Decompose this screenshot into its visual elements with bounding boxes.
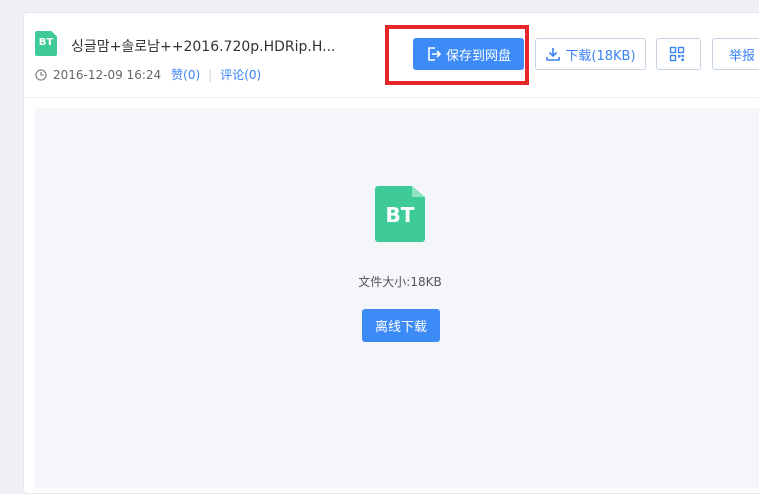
download-button-label: 下载(18KB) — [565, 48, 636, 64]
file-corner-fold — [412, 186, 425, 197]
clock-icon — [35, 68, 47, 81]
download-icon — [546, 48, 561, 61]
upload-date: 2016-12-09 16:24 — [53, 67, 162, 82]
report-button-label: 举报 — [728, 48, 755, 64]
file-title: 싱글맘+솔로남++2016.720p.HDRip.H... — [71, 39, 336, 55]
qrcode-button[interactable] — [656, 38, 701, 70]
file-header: BT 싱글맘+솔로남++2016.720p.HDRip.H... 2016-12… — [24, 13, 759, 98]
file-meta: 2016-12-09 16:24 赞(0) | 评论(0) — [35, 66, 261, 83]
like-link[interactable]: 赞(0) — [171, 66, 200, 83]
download-button[interactable]: 下载(18KB) — [535, 38, 646, 70]
offline-download-button[interactable]: 离线下载 — [362, 309, 440, 342]
highlight-box — [385, 25, 529, 85]
preview-type-badge: BT — [385, 203, 415, 227]
comment-link[interactable]: 评论(0) — [220, 66, 261, 83]
file-preview: BT 文件大小:18KB 离线下载 — [35, 108, 759, 488]
meta-divider: | — [208, 67, 213, 82]
bt-file-icon: BT — [35, 31, 57, 56]
file-type-badge: BT — [38, 37, 54, 48]
qrcode-icon — [669, 46, 684, 62]
report-button[interactable]: 举报 — [712, 38, 759, 70]
file-size-text: 文件大小:18KB — [358, 275, 442, 289]
file-card: BT 싱글맘+솔로남++2016.720p.HDRip.H... 2016-12… — [23, 12, 759, 494]
